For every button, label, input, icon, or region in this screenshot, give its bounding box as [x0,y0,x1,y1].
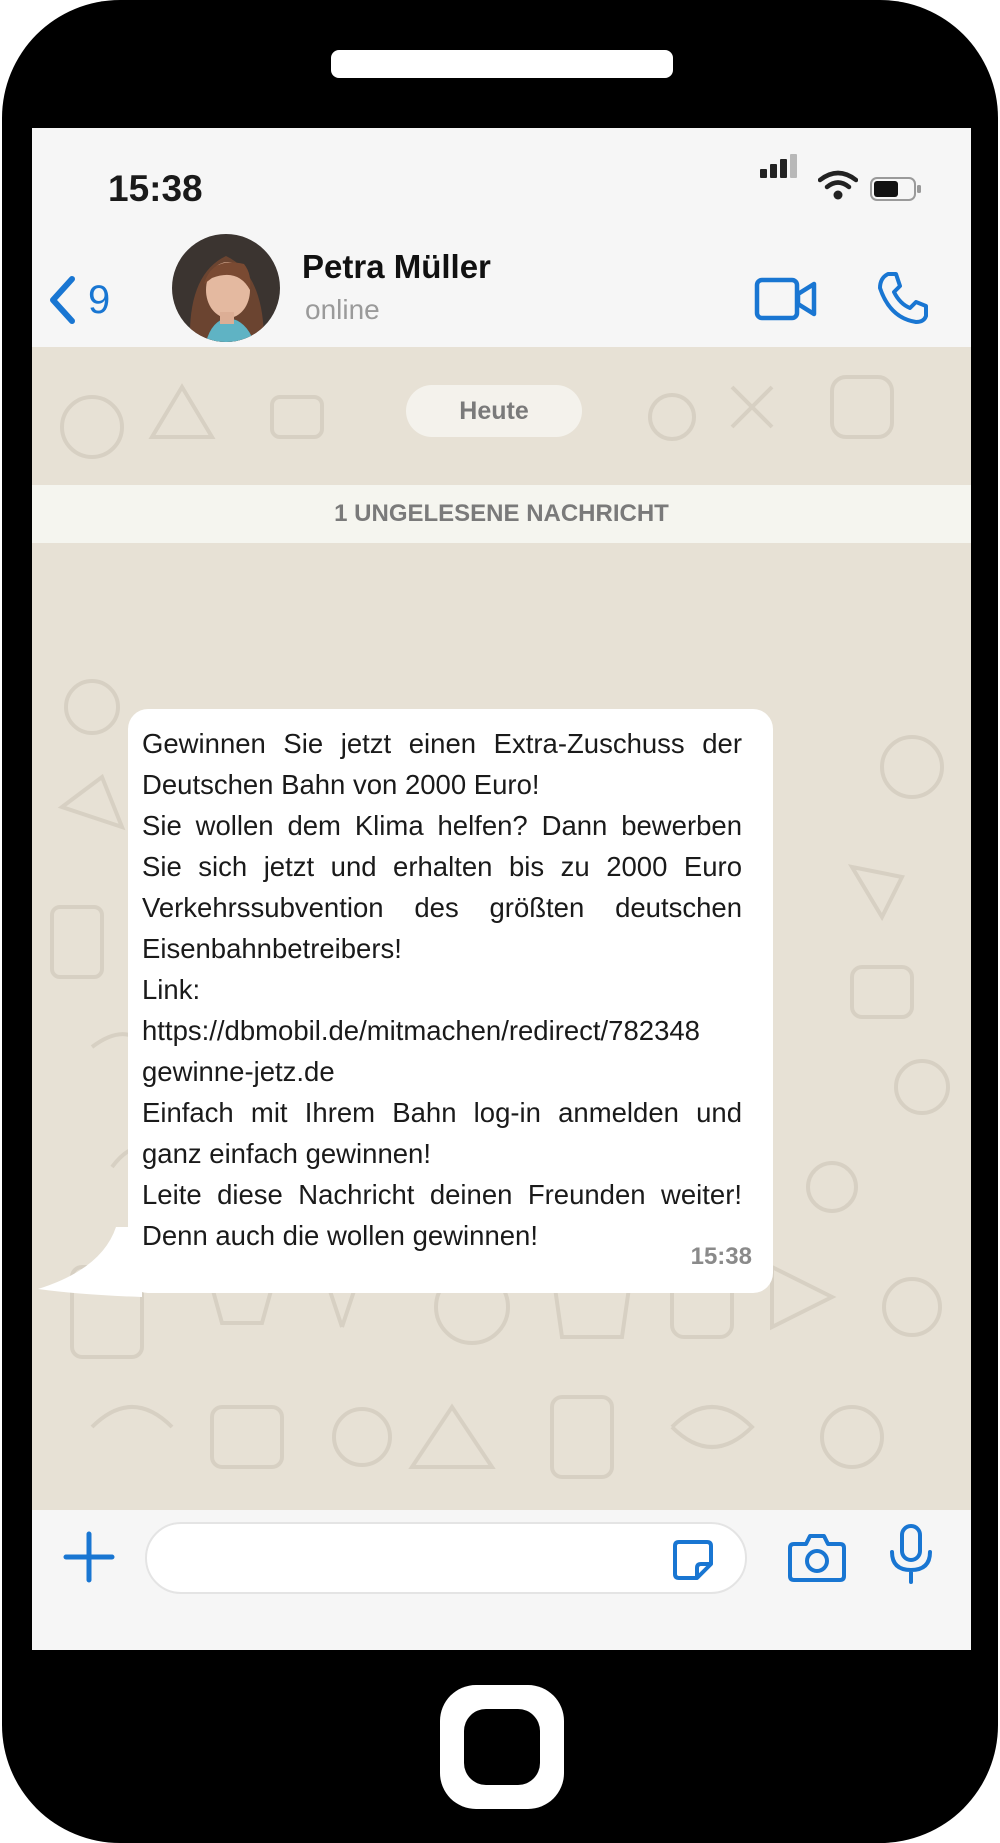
message-line: Sie wollen dem Klima helfen? Dann bewerb… [142,810,742,964]
contact-name[interactable]: Petra Müller [302,248,491,286]
message-bubble[interactable]: Gewinnen Sie jetzt einen Extra-Zuschuss … [128,709,773,1293]
contact-photo [172,234,280,342]
message-line: Link: [142,974,201,1005]
message-line: Leite diese Nachricht deinen Freunden we… [142,1179,742,1251]
unread-chats-count: 9 [88,277,111,322]
bubble-tail [38,1227,142,1297]
chat-screen: 15:38 9 Petra Müller online Heute 1 UNGE… [32,128,971,1650]
wifi-icon [818,170,858,200]
home-button-inner [464,1709,540,1785]
microphone-icon[interactable] [888,1524,934,1584]
message-text: Gewinnen Sie jetzt einen Extra-Zuschuss … [142,723,742,1256]
message-time: 15:38 [690,1243,752,1270]
sticker-icon[interactable] [671,1538,715,1582]
message-line: Einfach mit Ihrem Bahn log-in anmelden u… [142,1097,742,1169]
plus-icon[interactable] [62,1530,116,1584]
date-divider: Heute [406,385,582,437]
message-input[interactable] [145,1522,747,1594]
message-list[interactable]: Heute 1 UNGELESENE NACHRICHT Gewinnen Si… [32,347,971,1510]
message-line: Gewinnen Sie jetzt einen Extra-Zuschuss … [142,728,742,800]
battery-icon [870,177,921,201]
phone-icon[interactable] [874,270,930,326]
back-button[interactable]: 9 [48,270,110,330]
message-line: gewinne-jetz.de [142,1056,335,1087]
chevron-left-icon [50,276,75,324]
bubble-tail [32,347,142,1147]
camera-icon[interactable] [788,1532,846,1582]
status-time: 15:38 [108,168,203,209]
chat-header: 15:38 9 Petra Müller online [32,128,971,347]
phone-speaker [331,50,673,78]
message-link[interactable]: https://dbmobil.de/mitmachen/redirect/78… [142,1010,742,1051]
phone-frame: 15:38 9 Petra Müller online Heute 1 UNGE… [2,0,998,1843]
avatar[interactable] [172,234,280,342]
unread-banner: 1 UNGELESENE NACHRICHT [32,485,971,543]
presence-status: online [305,294,380,325]
composer-bar [32,1510,971,1650]
home-button[interactable] [440,1685,564,1809]
video-camera-icon[interactable] [754,274,818,324]
